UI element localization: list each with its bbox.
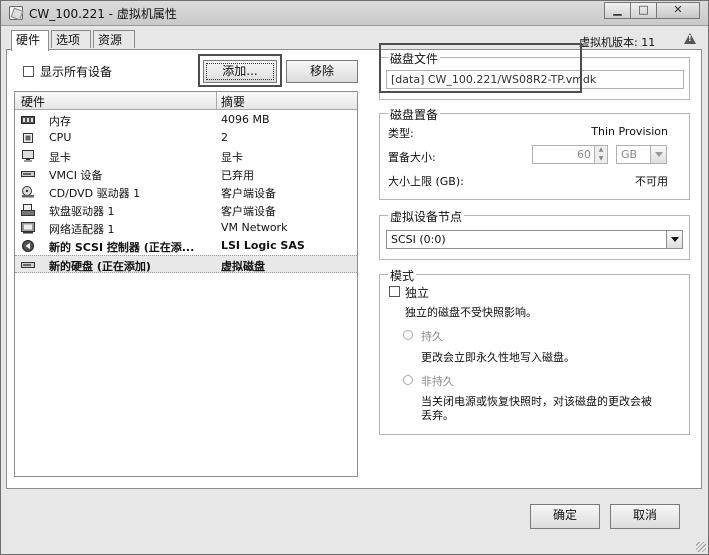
vmci-icon — [21, 171, 35, 177]
table-row[interactable]: 软盘驱动器 1 客户端设备 — [15, 201, 357, 219]
vm-version: 虚拟机版本: 11 — [579, 36, 656, 49]
table-row[interactable]: CD/DVD 驱动器 1 客户端设备 — [15, 183, 357, 201]
max-size-value: 不可用 — [635, 175, 668, 188]
spin-down-icon[interactable]: ▼ — [595, 155, 607, 164]
table-row[interactable]: CPU 2 — [15, 129, 357, 147]
nonpersistent-radio[interactable] — [403, 375, 413, 385]
spin-up-icon[interactable]: ▲ — [595, 146, 607, 155]
scsi-controller-icon — [22, 240, 34, 252]
row-summary: 客户端设备 — [221, 187, 276, 200]
column-separator[interactable] — [216, 92, 217, 109]
show-all-devices-label: 显示所有设备 — [40, 65, 113, 79]
independent-description: 独立的磁盘不受快照影响。 — [405, 306, 537, 319]
disk-provisioning-group: 磁盘置备 类型: Thin Provision 置备大小: 60 ▲ ▼ GB … — [379, 106, 690, 200]
table-row[interactable]: 新的硬盘 (正在添加) 虚拟磁盘 — [15, 255, 357, 273]
nonpersistent-label: 非持久 — [421, 375, 454, 388]
tab-resources[interactable]: 资源 — [93, 30, 135, 48]
persistent-radio[interactable] — [403, 330, 413, 340]
table-row[interactable]: 新的 SCSI 控制器 (正在添... LSI Logic SAS — [15, 237, 357, 255]
row-name: 新的 SCSI 控制器 (正在添... — [49, 241, 195, 254]
persistent-description: 更改会立即永久性地写入磁盘。 — [421, 351, 575, 364]
resize-grip-icon[interactable] — [696, 542, 706, 552]
cancel-button[interactable]: 取消 — [610, 504, 680, 529]
chevron-down-icon[interactable] — [666, 231, 682, 248]
independent-checkbox[interactable] — [389, 286, 400, 297]
row-name: 新的硬盘 (正在添加) — [49, 260, 151, 273]
table-row[interactable]: VMCI 设备 已弃用 — [15, 165, 357, 183]
tab-options[interactable]: 选项 — [51, 30, 91, 48]
size-label: 置备大小: — [388, 151, 436, 164]
display-icon — [22, 150, 34, 162]
row-name: 显卡 — [49, 151, 71, 164]
vm-properties-icon — [9, 6, 23, 20]
show-all-devices-checkbox[interactable] — [23, 66, 34, 77]
nonpersistent-description-line1: 当关闭电源或恢复快照时，对该磁盘的更改会被 — [421, 395, 652, 408]
size-unit-value: GB — [621, 148, 638, 161]
column-header-summary[interactable]: 摘要 — [221, 93, 245, 110]
row-summary: 2 — [221, 131, 228, 144]
row-summary: 虚拟磁盘 — [221, 260, 265, 273]
hard-disk-icon — [21, 262, 35, 268]
disk-provisioning-title: 磁盘置备 — [388, 106, 441, 123]
virtual-device-node-select[interactable]: SCSI (0:0) — [386, 230, 683, 249]
table-row[interactable]: 网络适配器 1 VM Network — [15, 219, 357, 237]
row-summary: 已弃用 — [221, 169, 254, 182]
row-name: 软盘驱动器 1 — [49, 205, 115, 218]
virtual-device-node-group: 虚拟设备节点 SCSI (0:0) — [379, 208, 690, 260]
warning-icon: ! — [684, 33, 696, 44]
table-row[interactable]: 内存 4096 MB — [15, 111, 357, 129]
ok-button[interactable]: 确定 — [530, 504, 600, 529]
add-button[interactable]: 添加... — [203, 60, 277, 83]
cd-dvd-icon — [22, 186, 34, 198]
tab-hardware[interactable]: 硬件 — [11, 30, 49, 51]
mode-title: 模式 — [388, 267, 417, 284]
row-name: CPU — [49, 131, 72, 144]
persistent-label: 持久 — [421, 330, 443, 343]
size-input[interactable]: 60 — [532, 145, 596, 164]
floppy-icon — [21, 204, 35, 216]
disk-file-group: 磁盘文件 [data] CW_100.221/WS08R2-TP.vmdk — [379, 50, 690, 100]
row-name: 网络适配器 1 — [49, 223, 115, 236]
row-name: CD/DVD 驱动器 1 — [49, 187, 141, 200]
hardware-list: 硬件 摘要 内存 4096 MB CPU 2 显卡 显卡 VMCI 设备 已弃用… — [14, 91, 358, 477]
max-size-label: 大小上限 (GB): — [388, 175, 464, 188]
chevron-down-icon[interactable] — [650, 146, 666, 163]
hardware-list-header: 硬件 摘要 — [15, 92, 357, 110]
hardware-panel: 显示所有设备 添加... 移除 硬件 摘要 内存 4096 MB CPU 2 显… — [6, 43, 702, 489]
type-value: Thin Provision — [591, 125, 668, 138]
size-unit-select[interactable]: GB — [616, 145, 667, 164]
column-header-hardware[interactable]: 硬件 — [21, 93, 45, 110]
disk-file-path-field[interactable]: [data] CW_100.221/WS08R2-TP.vmdk — [386, 70, 684, 89]
memory-icon — [21, 116, 35, 124]
close-button[interactable]: ✕ — [656, 2, 700, 19]
size-spinner[interactable]: ▲ ▼ — [594, 145, 608, 164]
row-summary: LSI Logic SAS — [221, 239, 305, 252]
minimize-button[interactable]: ▁ — [604, 2, 631, 19]
mode-group: 模式 独立 独立的磁盘不受快照影响。 持久 更改会立即永久性地写入磁盘。 非持久… — [379, 267, 690, 435]
row-name: VMCI 设备 — [49, 169, 103, 182]
nonpersistent-description-line2: 丢弃。 — [421, 409, 454, 422]
cpu-icon — [23, 133, 33, 143]
type-label: 类型: — [388, 127, 414, 140]
row-name: 内存 — [49, 115, 71, 128]
table-row[interactable]: 显卡 显卡 — [15, 147, 357, 165]
row-summary: 客户端设备 — [221, 205, 276, 218]
virtual-device-node-value: SCSI (0:0) — [391, 233, 446, 246]
disk-file-title: 磁盘文件 — [388, 50, 441, 67]
virtual-device-node-title: 虚拟设备节点 — [388, 208, 465, 225]
row-summary: VM Network — [221, 221, 288, 234]
row-summary: 显卡 — [221, 151, 243, 164]
network-adapter-icon — [21, 222, 35, 234]
window-title: CW_100.221 - 虚拟机属性 — [29, 7, 177, 21]
row-summary: 4096 MB — [221, 113, 270, 126]
window-controls: ▁ □ ✕ — [604, 2, 700, 19]
maximize-button[interactable]: □ — [630, 2, 657, 19]
title-bar[interactable]: CW_100.221 - 虚拟机属性 ▁ □ ✕ — [1, 1, 708, 26]
independent-label: 独立 — [405, 286, 430, 300]
remove-button[interactable]: 移除 — [286, 60, 358, 83]
vm-properties-window: CW_100.221 - 虚拟机属性 ▁ □ ✕ 硬件 选项 资源 虚拟机版本:… — [0, 0, 709, 555]
